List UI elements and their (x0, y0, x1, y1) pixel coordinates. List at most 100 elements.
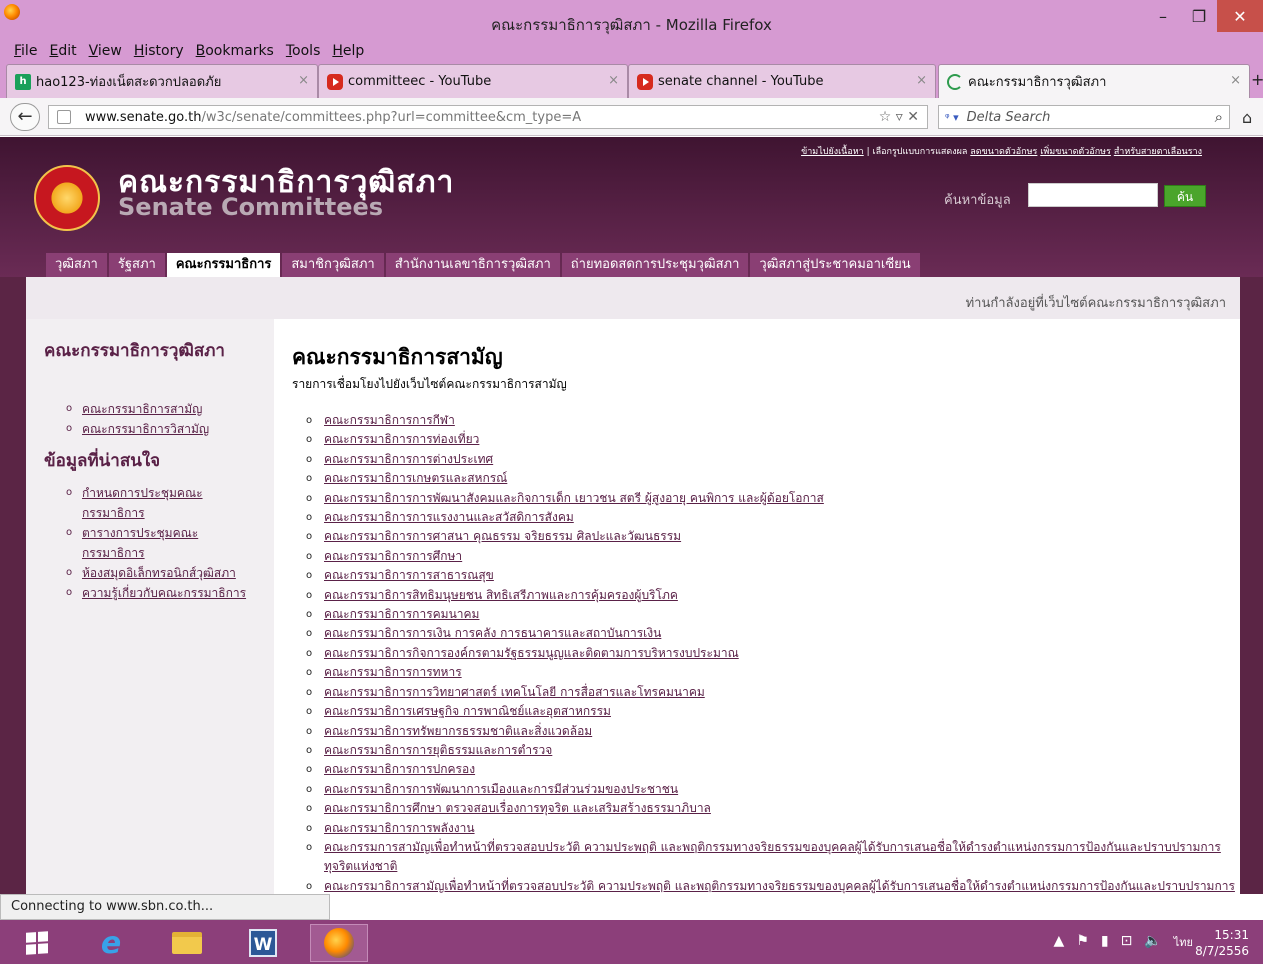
site-search-input[interactable] (1028, 183, 1158, 207)
url-host: www.senate.go.th (85, 109, 202, 125)
minimize-button[interactable]: – (1145, 0, 1181, 32)
nav-secretariat[interactable]: สำนักงานเลขาธิการวุฒิสภา (385, 253, 560, 277)
nav-committees[interactable]: คณะกรรมาธิการ (166, 253, 281, 279)
volume-icon[interactable]: 🔈 (1144, 933, 1161, 951)
clock[interactable]: 15:31 8/7/2556 (1195, 927, 1249, 959)
committee-link[interactable]: คณะกรรมาธิการการพัฒนาการเมืองและการมีส่ว… (306, 780, 1240, 800)
tab-committeec-youtube[interactable]: committeec - YouTube × (318, 64, 628, 98)
menu-file[interactable]: File (14, 40, 37, 62)
sidebar-item-e-library[interactable]: ห้องสมุดอิเล็กทรอนิกส์วุฒิสภา (66, 563, 256, 583)
committee-link[interactable]: คณะกรรมาธิการการวิทยาศาสตร์ เทคโนโลยี กา… (306, 683, 1240, 703)
action-center-flag-icon[interactable]: ⚑ (1076, 933, 1089, 951)
navigation-bar: ← www.senate.go.th/w3c/senate/committees… (0, 98, 1263, 136)
sidebar-item-committee-knowledge[interactable]: ความรู้เกี่ยวกับคณะกรรมาธิการ (66, 583, 256, 603)
skip-to-content-link[interactable]: ข้ามไปยังเนื้อหา (801, 147, 864, 157)
committee-link[interactable]: คณะกรรมาธิการการต่างประเทศ (306, 450, 1240, 470)
site-identity-icon[interactable] (57, 110, 71, 124)
page-subtitle: รายการเชื่อมโยงไปยังเว็บไซต์คณะกรรมาธิกา… (292, 377, 567, 391)
sidebar-committee-links: คณะกรรมาธิการสามัญ คณะกรรมาธิการวิสามัญ (66, 399, 256, 439)
youtube-icon (327, 73, 343, 90)
site-search-button[interactable]: ค้น (1164, 185, 1206, 207)
url-text: www.senate.go.th/w3c/senate/committees.p… (85, 110, 581, 125)
internet-explorer-button[interactable]: e (82, 924, 140, 962)
hao123-icon: h (15, 73, 31, 90)
word-button[interactable]: W (234, 924, 292, 962)
committee-link[interactable]: คณะกรรมาธิการเศรษฐกิจ การพาณิชย์และอุตสา… (306, 702, 1240, 722)
tab-close-icon[interactable]: × (298, 73, 309, 88)
committee-link[interactable]: คณะกรรมาธิการการกีฬา (306, 411, 1240, 431)
windows-taskbar: e W ▲ ⚑ ▮ ⊡ 🔈 ไทย 15:31 8/7/2556 (0, 920, 1263, 964)
clock-date: 8/7/2556 (1195, 944, 1249, 958)
tab-senate-committees[interactable]: คณะกรรมาธิการวุฒิสภา × (938, 64, 1250, 98)
home-icon[interactable]: ⌂ (1242, 108, 1252, 127)
sidebar-item-ad-hoc-committees[interactable]: คณะกรรมาธิการวิสามัญ (66, 419, 256, 439)
committee-link[interactable]: คณะกรรมาธิการการพลังงาน (306, 819, 1240, 839)
menu-history[interactable]: History (134, 40, 184, 62)
menu-help[interactable]: Help (332, 40, 364, 62)
new-tab-button[interactable]: + (1251, 70, 1263, 89)
committee-link[interactable]: คณะกรรมาธิการการพัฒนาสังคมและกิจการเด็ก … (306, 489, 1240, 509)
network-icon[interactable]: ⊡ (1121, 933, 1133, 951)
committee-link[interactable]: คณะกรรมาธิการกิจการองค์กรตามรัฐธรรมนูญแล… (306, 644, 1240, 664)
committee-link[interactable]: คณะกรรมาธิการการปกครอง (306, 760, 1240, 780)
site-search-label: ค้นหาข้อมูล (944, 193, 1011, 208)
committee-link[interactable]: คณะกรรมาธิการการท่องเที่ยว (306, 430, 1240, 450)
search-bar[interactable]: ᵠ ▾ Delta Search ⌕ (938, 105, 1230, 129)
main-content: คณะกรรมาธิการสามัญ รายการเชื่อมโยงไปยังเ… (292, 319, 1240, 894)
back-button[interactable]: ← (10, 103, 40, 131)
tab-label: senate channel - YouTube (658, 74, 824, 89)
nav-senate[interactable]: วุฒิสภา (46, 253, 107, 277)
file-explorer-button[interactable] (158, 924, 216, 962)
tab-close-icon[interactable]: × (1230, 73, 1241, 88)
nav-live-broadcast[interactable]: ถ่ายทอดสดการประชุมวุฒิสภา (561, 253, 749, 277)
committee-link[interactable]: คณะกรรมาธิการการคมนาคม (306, 605, 1240, 625)
close-button[interactable]: ✕ (1217, 0, 1263, 32)
committee-link[interactable]: คณะกรรมาธิการทรัพยากรธรรมชาติและสิ่งแวดล… (306, 722, 1240, 742)
increase-font-link[interactable]: เพิ่มขนาดตัวอักษร (1040, 147, 1111, 157)
committee-link[interactable]: คณะกรรมาธิการการแรงงานและสวัสดิการสังคม (306, 508, 1240, 528)
menu-edit[interactable]: Edit (49, 40, 76, 62)
search-placeholder: Delta Search (966, 109, 1051, 125)
committee-link[interactable]: คณะกรรมาธิการเกษตรและสหกรณ์ (306, 469, 1240, 489)
device-icon[interactable]: ▮ (1101, 933, 1109, 951)
senate-seal-logo[interactable] (34, 165, 100, 231)
clock-time: 15:31 (1214, 928, 1249, 942)
committee-link[interactable]: คณะกรรมาธิการการศึกษา (306, 547, 1240, 567)
sidebar-item-meeting-table[interactable]: ตารางการประชุมคณะกรรมาธิการ (66, 523, 256, 563)
sidebar-item-meeting-schedule[interactable]: กำหนดการประชุมคณะกรรมาธิการ (66, 483, 256, 523)
tab-close-icon[interactable]: × (916, 73, 927, 88)
page-title: คณะกรรมาธิการสามัญ (292, 345, 503, 369)
committee-link[interactable]: คณะกรรมาธิการสิทธิมนุษยชน สิทธิเสรีภาพแล… (306, 586, 1240, 606)
nav-senators[interactable]: สมาชิกวุฒิสภา (282, 253, 384, 277)
committee-link[interactable]: คณะกรรมาธิการการสาธารณสุข (306, 566, 1240, 586)
committee-link[interactable]: คณะกรรมาธิการศึกษา ตรวจสอบเรื่องการทุจริ… (306, 799, 1240, 819)
url-controls[interactable]: ☆ ▿ ✕ (879, 109, 919, 125)
sidebar-item-standing-committees[interactable]: คณะกรรมาธิการสามัญ (66, 399, 256, 419)
menu-tools[interactable]: Tools (286, 40, 321, 62)
menu-bookmarks[interactable]: Bookmarks (196, 40, 274, 62)
input-language-indicator[interactable]: ไทย (1174, 933, 1193, 951)
committee-link[interactable]: คณะกรรมาธิการการศาสนา คุณธรรม จริยธรรม ศ… (306, 527, 1240, 547)
start-button[interactable] (8, 924, 66, 962)
search-engine-icon[interactable]: ᵠ ▾ (945, 111, 959, 124)
decrease-font-link[interactable]: ลดขนาดตัวอักษร (970, 147, 1037, 157)
firefox-taskbar-button[interactable] (310, 924, 368, 962)
committee-link[interactable]: คณะกรรมาธิการการทหาร (306, 663, 1240, 683)
site-title-english[interactable]: Senate Committees (118, 193, 383, 221)
show-hidden-icons-icon[interactable]: ▲ (1054, 933, 1065, 951)
search-icon[interactable]: ⌕ (1215, 108, 1223, 126)
restore-button[interactable]: ❐ (1181, 0, 1217, 32)
site-banner: คณะกรรมาธิการ วุฒิสภา Senate Committees ข… (0, 137, 1263, 279)
tab-senate-channel-youtube[interactable]: senate channel - YouTube × (628, 64, 936, 98)
nav-parliament[interactable]: รัฐสภา (108, 253, 165, 277)
nav-asean[interactable]: วุฒิสภาสู่ประชาคมอาเซียน (750, 253, 920, 277)
tab-close-icon[interactable]: × (608, 73, 619, 88)
committee-link[interactable]: คณะกรรมาธิการสามัญเพื่อทำหน้าที่ตรวจสอบป… (306, 877, 1240, 894)
committee-link[interactable]: คณะกรรมการสามัญเพื่อทำหน้าที่ตรวจสอบประว… (306, 838, 1240, 877)
menu-view[interactable]: View (89, 40, 122, 62)
url-bar[interactable]: www.senate.go.th/w3c/senate/committees.p… (48, 105, 928, 129)
committee-link[interactable]: คณะกรรมาธิการการเงิน การคลัง การธนาคารแล… (306, 624, 1240, 644)
low-vision-link[interactable]: สำหรับสายตาเลือนราง (1114, 147, 1202, 157)
tab-hao123[interactable]: h hao123-ท่องเน็ตสะดวกปลอดภัย × (6, 64, 318, 98)
committee-link[interactable]: คณะกรรมาธิการการยุติธรรมและการตำรวจ (306, 741, 1240, 761)
